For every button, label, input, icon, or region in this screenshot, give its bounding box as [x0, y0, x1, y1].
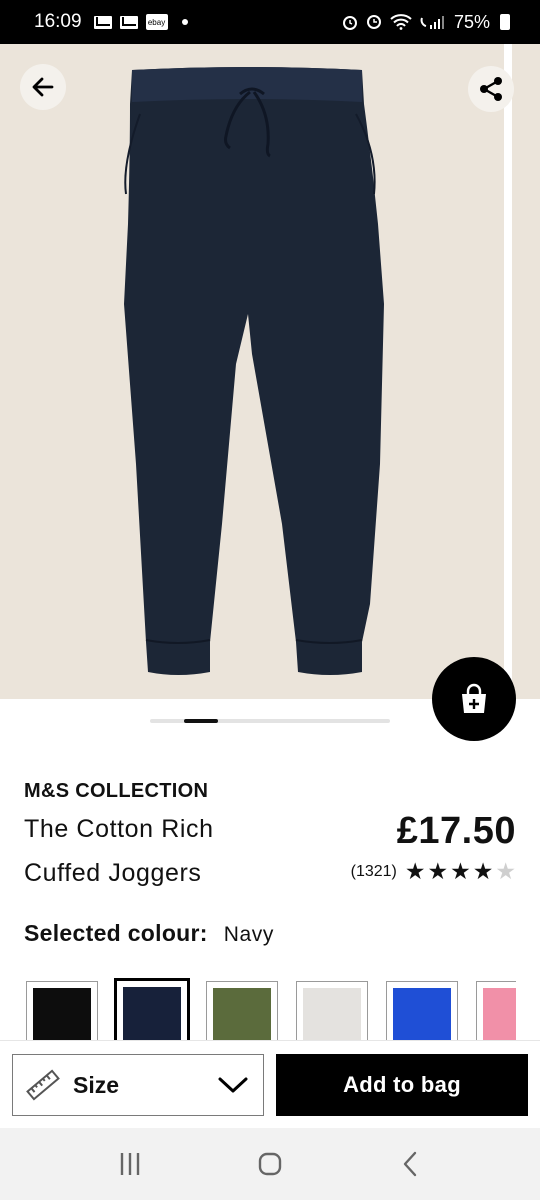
mail-notification-icon [93, 15, 112, 29]
swatch-colour-fill [213, 988, 271, 1040]
colour-swatch-bright-blue[interactable] [386, 981, 458, 1040]
review-count[interactable]: (1321) [351, 863, 397, 881]
status-left: 16:09 ebay [34, 11, 188, 33]
carousel-active-indicator [184, 719, 219, 723]
star-filled-icon: ★ [404, 858, 426, 884]
add-to-bag-button[interactable]: Add to bag [276, 1054, 528, 1116]
star-filled-icon: ★ [427, 858, 449, 884]
share-button[interactable] [468, 66, 514, 112]
colour-swatch-grey-marl[interactable] [296, 981, 368, 1040]
rating-stars: ★ ★ ★ ★ ★ [405, 860, 516, 883]
swatch-colour-fill [33, 988, 91, 1040]
recent-apps-icon [120, 1153, 140, 1175]
battery-icon [500, 14, 510, 30]
swatch-colour-fill [393, 988, 451, 1040]
status-right: 75% [342, 12, 510, 33]
colour-swatch-pink[interactable] [476, 981, 516, 1040]
image-divider [504, 44, 512, 699]
add-to-bag-fab[interactable] [432, 657, 516, 741]
colour-swatch-khaki[interactable] [206, 981, 278, 1040]
product-image[interactable] [0, 44, 504, 699]
product-price: £17.50 [396, 810, 516, 852]
size-dropdown[interactable]: Size [12, 1054, 264, 1116]
system-back-button[interactable] [380, 1144, 440, 1184]
recent-apps-button[interactable] [100, 1144, 160, 1184]
more-notifications-dot [181, 19, 188, 25]
product-title-line-1: The Cotton Rich [24, 815, 214, 843]
system-nav-bar [0, 1128, 540, 1200]
alarm-icon [342, 16, 357, 30]
clock-icon [366, 15, 381, 29]
carousel-indicator [150, 719, 390, 723]
colour-swatch-navy[interactable] [114, 978, 190, 1040]
wifi-icon [390, 14, 412, 30]
size-label: Size [73, 1071, 120, 1098]
star-filled-icon: ★ [450, 858, 471, 884]
selected-colour-row: Selected colour: Navy [24, 920, 274, 947]
ebay-notification-icon: ebay [145, 14, 168, 30]
next-image-peek[interactable] [512, 44, 540, 699]
arrow-left-icon [32, 77, 54, 97]
share-icon [480, 77, 502, 101]
product-title-line-2: Cuffed Joggers [24, 859, 202, 887]
star-filled-icon: ★ [472, 858, 494, 884]
back-button[interactable] [20, 64, 66, 110]
status-bar: 16:09 ebay 75% [0, 0, 540, 44]
ruler-icon [26, 1069, 60, 1101]
home-button[interactable] [240, 1144, 300, 1184]
star-empty-icon: ★ [495, 858, 516, 884]
selected-colour-label: Selected colour: [24, 920, 208, 946]
mail-notification-icon [119, 15, 138, 29]
selected-colour-value: Navy [223, 923, 274, 946]
chevron-left-icon [403, 1151, 417, 1177]
joggers-image [124, 67, 384, 675]
bag-plus-icon [462, 683, 486, 713]
product-brand: M&S COLLECTION [24, 780, 209, 802]
home-icon [258, 1152, 282, 1176]
swatch-colour-fill [483, 988, 516, 1040]
colour-swatches [26, 978, 516, 1040]
product-rating[interactable]: (1321) ★ ★ ★ ★ ★ [351, 860, 516, 883]
status-time: 16:09 [34, 11, 82, 32]
swatch-colour-fill [303, 988, 361, 1040]
colour-swatch-black[interactable] [26, 981, 98, 1040]
action-bar: Size Add to bag [0, 1040, 540, 1128]
chevron-down-icon [218, 1077, 248, 1093]
battery-percentage: 75% [453, 11, 490, 32]
swatch-colour-fill [123, 987, 181, 1040]
signal-icon [420, 16, 444, 29]
